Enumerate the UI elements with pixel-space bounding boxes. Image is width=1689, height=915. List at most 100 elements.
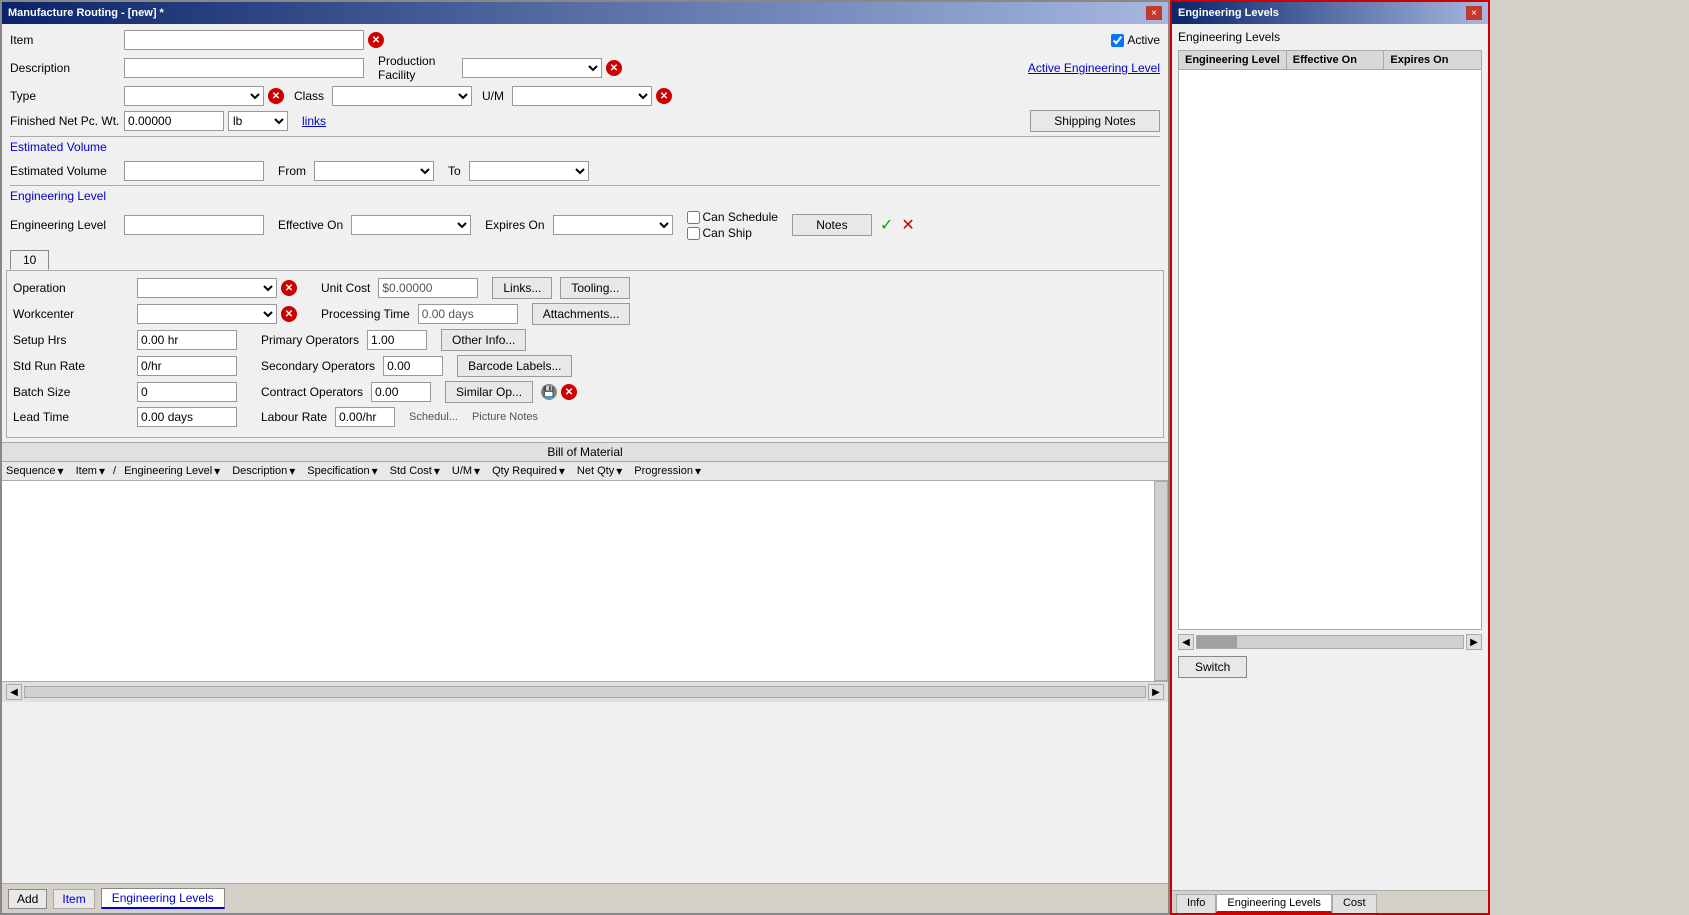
bottom-tab-item[interactable]: Engineering Levels bbox=[101, 888, 225, 909]
bom-title: Bill of Material bbox=[2, 443, 1168, 462]
setup-hrs-input[interactable] bbox=[137, 330, 237, 350]
bom-vertical-scrollbar[interactable] bbox=[1154, 481, 1168, 681]
estimated-volume-label: Estimated Volume bbox=[10, 164, 120, 178]
eng-body bbox=[1178, 70, 1482, 630]
std-run-rate-input[interactable] bbox=[137, 356, 237, 376]
type-label: Type bbox=[10, 89, 120, 103]
eng-scroll-thumb bbox=[1197, 636, 1237, 648]
switch-button[interactable]: Switch bbox=[1178, 656, 1247, 678]
std-run-rate-row: Std Run Rate Secondary Operators Barcode… bbox=[13, 355, 1157, 377]
links-link[interactable]: links bbox=[302, 114, 326, 128]
effective-on-select[interactable] bbox=[351, 215, 471, 235]
operation-select[interactable] bbox=[137, 278, 277, 298]
setup-hrs-label: Setup Hrs bbox=[13, 333, 133, 347]
notes-button[interactable]: Notes bbox=[792, 214, 872, 236]
eng-columns-header: Engineering Level Effective On Expires O… bbox=[1178, 50, 1482, 70]
production-facility-select[interactable] bbox=[462, 58, 602, 78]
estimated-volume-input[interactable] bbox=[124, 161, 264, 181]
engineering-level-header: Engineering Level bbox=[10, 189, 106, 203]
active-engineering-level-link[interactable]: Active Engineering Level bbox=[1028, 61, 1160, 75]
workcenter-clear[interactable]: ✕ bbox=[281, 306, 297, 322]
shipping-notes-button[interactable]: Shipping Notes bbox=[1030, 110, 1160, 132]
um-select[interactable] bbox=[512, 86, 652, 106]
col-um[interactable]: U/M ▾ bbox=[452, 464, 480, 478]
col-item[interactable]: Item ▾ bbox=[76, 464, 105, 478]
similar-op-button[interactable]: Similar Op... bbox=[445, 381, 533, 403]
prod-facility-clear[interactable]: ✕ bbox=[606, 60, 622, 76]
eng-scroll-right[interactable]: ▶ bbox=[1466, 634, 1482, 650]
can-schedule-checkbox[interactable] bbox=[687, 211, 700, 224]
cancel-x-icon[interactable]: ✕ bbox=[901, 215, 914, 235]
eng-bottom-tab-info[interactable]: Info bbox=[1176, 894, 1216, 913]
horizontal-track[interactable] bbox=[24, 686, 1146, 698]
engineering-level-input[interactable] bbox=[124, 215, 264, 235]
description-input[interactable] bbox=[124, 58, 364, 78]
eng-window-title: Engineering Levels bbox=[1178, 7, 1279, 19]
confirm-check-icon[interactable]: ✓ bbox=[880, 215, 893, 235]
class-select[interactable] bbox=[332, 86, 472, 106]
active-checkbox[interactable] bbox=[1111, 34, 1124, 47]
type-select[interactable] bbox=[124, 86, 264, 106]
other-info-button[interactable]: Other Info... bbox=[441, 329, 526, 351]
to-select[interactable] bbox=[469, 161, 589, 181]
main-close-button[interactable]: × bbox=[1146, 6, 1162, 20]
eng-bottom-tab-cost[interactable]: Cost bbox=[1332, 894, 1377, 913]
links-button[interactable]: Links... bbox=[492, 277, 552, 299]
finished-net-input[interactable] bbox=[124, 111, 224, 131]
col-qty-required[interactable]: Qty Required ▾ bbox=[492, 464, 565, 478]
item-input[interactable] bbox=[124, 30, 364, 50]
item-clear-button[interactable]: ✕ bbox=[368, 32, 384, 48]
eng-col-level[interactable]: Engineering Level bbox=[1179, 51, 1287, 69]
primary-operators-input[interactable] bbox=[367, 330, 427, 350]
batch-size-input[interactable] bbox=[137, 382, 237, 402]
expires-on-select[interactable] bbox=[553, 215, 673, 235]
um-clear[interactable]: ✕ bbox=[656, 88, 672, 104]
operation-clear[interactable]: ✕ bbox=[281, 280, 297, 296]
eng-scroll-left[interactable]: ◀ bbox=[1178, 634, 1194, 650]
col-description[interactable]: Description ▾ bbox=[232, 464, 295, 478]
eng-col-expires[interactable]: Expires On bbox=[1384, 51, 1481, 69]
tab-10[interactable]: 10 bbox=[10, 250, 49, 270]
col-sequence[interactable]: Sequence ▾ bbox=[6, 464, 64, 478]
tooling-button[interactable]: Tooling... bbox=[560, 277, 630, 299]
add-button[interactable]: Add bbox=[8, 889, 47, 909]
scroll-right-arrow[interactable]: ▶ bbox=[1148, 684, 1164, 700]
engineering-levels-panel: Engineering Levels × Engineering Levels … bbox=[1170, 0, 1490, 915]
col-progression[interactable]: Progression ▾ bbox=[634, 464, 701, 478]
eng-close-button[interactable]: × bbox=[1466, 6, 1482, 20]
labour-rate-label: Labour Rate bbox=[261, 410, 327, 424]
type-row: Type ✕ Class U/M ✕ bbox=[10, 86, 1160, 106]
to-label: To bbox=[448, 164, 461, 178]
similar-op-clear[interactable]: ✕ bbox=[561, 384, 577, 400]
type-clear[interactable]: ✕ bbox=[268, 88, 284, 104]
eng-scroll-track[interactable] bbox=[1196, 635, 1464, 649]
eng-bottom-tab-engineering-levels[interactable]: Engineering Levels bbox=[1216, 894, 1332, 913]
can-ship-label: Can Ship bbox=[703, 226, 752, 240]
finished-net-unit-select[interactable]: lb bbox=[228, 111, 288, 131]
attachments-button[interactable]: Attachments... bbox=[532, 303, 631, 325]
labour-rate-input[interactable] bbox=[335, 407, 395, 427]
item-row: Item ✕ Active bbox=[10, 30, 1160, 50]
can-ship-group: Can Ship bbox=[687, 226, 778, 240]
col-std-cost[interactable]: Std Cost ▾ bbox=[390, 464, 440, 478]
eng-col-effective[interactable]: Effective On bbox=[1287, 51, 1385, 69]
bottom-bar: Add Item Engineering Levels bbox=[2, 883, 1168, 913]
scroll-left-arrow[interactable]: ◀ bbox=[6, 684, 22, 700]
contract-operators-input[interactable] bbox=[371, 382, 431, 402]
item-pill[interactable]: Item bbox=[53, 889, 94, 909]
eng-scrollbar: ◀ ▶ bbox=[1178, 634, 1482, 650]
col-specification[interactable]: Specification ▾ bbox=[307, 464, 377, 478]
barcode-labels-button[interactable]: Barcode Labels... bbox=[457, 355, 572, 377]
similar-op-save-icon[interactable]: 💾 bbox=[541, 384, 557, 400]
from-select[interactable] bbox=[314, 161, 434, 181]
batch-size-row: Batch Size Contract Operators Similar Op… bbox=[13, 381, 1157, 403]
col-engineering-level[interactable]: Engineering Level ▾ bbox=[124, 464, 220, 478]
workcenter-select[interactable] bbox=[137, 304, 277, 324]
engineering-level-label: Engineering Level bbox=[10, 218, 120, 232]
active-checkbox-group: Active bbox=[1111, 33, 1160, 47]
lead-time-input[interactable] bbox=[137, 407, 237, 427]
can-ship-checkbox[interactable] bbox=[687, 227, 700, 240]
col-net-qty[interactable]: Net Qty ▾ bbox=[577, 464, 622, 478]
lead-time-row: Lead Time Labour Rate Schedul... Picture… bbox=[13, 407, 1157, 427]
secondary-operators-input[interactable] bbox=[383, 356, 443, 376]
